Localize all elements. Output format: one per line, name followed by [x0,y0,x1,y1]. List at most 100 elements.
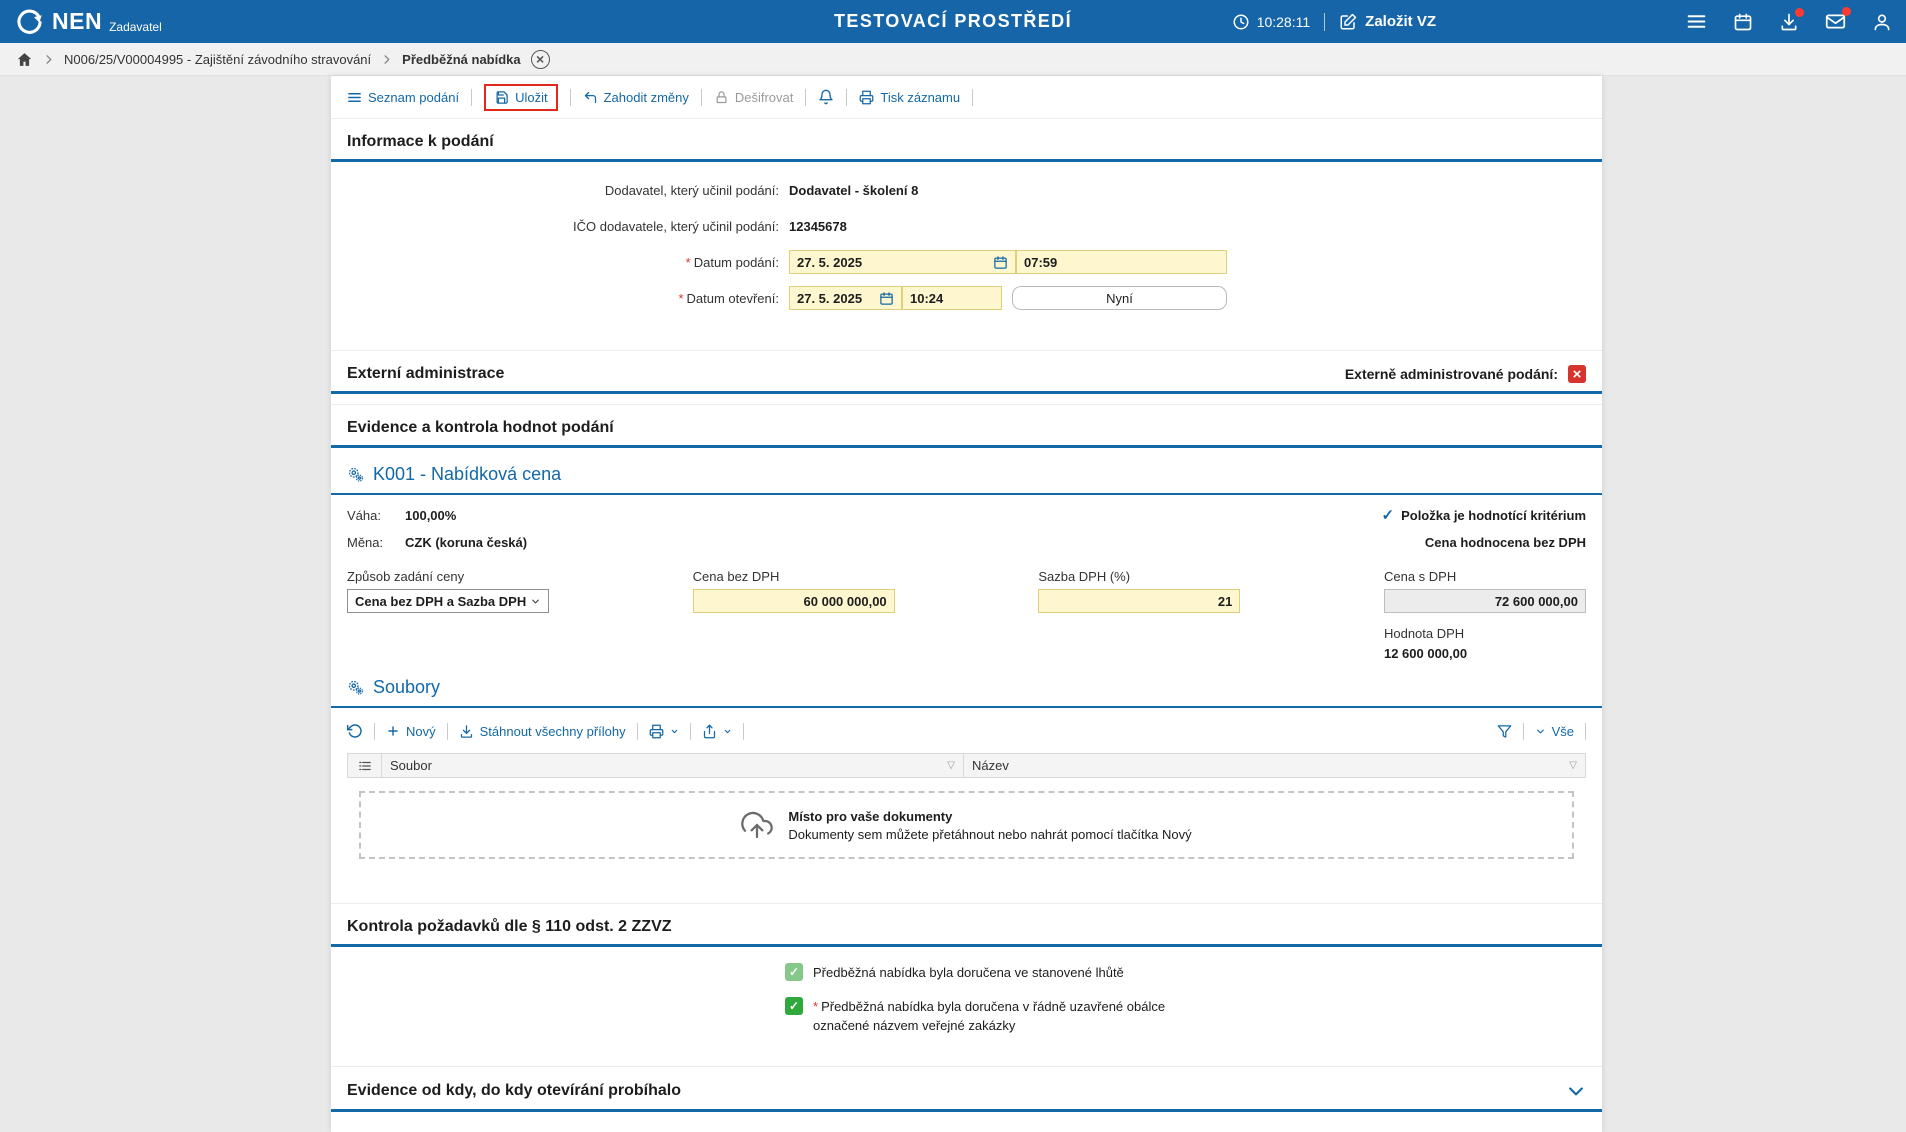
toolbar-divider [805,89,806,106]
filter-triangle-icon[interactable] [1569,760,1577,771]
download-icon [459,724,474,739]
calendar-icon[interactable] [993,255,1008,270]
tisk-zaznamu-button[interactable]: Tisk záznamu [859,90,960,105]
checkbox-obalka[interactable] [785,997,803,1015]
section-title: Kontrola požadavků dle § 110 odst. 2 ZZV… [347,918,672,936]
datum-otevreni-date-input[interactable]: 27. 5. 2025 [789,286,902,310]
section-title: Evidence a kontrola hodnot podání [347,419,614,437]
download-icon[interactable] [1779,12,1799,32]
toolbar-divider [471,89,472,106]
vse-filter-button[interactable]: Vše [1535,724,1574,739]
seznam-podani-label: Seznam podání [368,90,459,105]
chevron-right-icon [381,54,392,65]
menu-icon[interactable] [1686,11,1707,32]
toolbar-divider [1523,723,1524,740]
red-x-icon[interactable] [1568,365,1586,383]
chevron-down-icon [723,727,732,736]
k001-title: K001 - Nabídková cena [373,464,561,485]
novy-label: Nový [406,724,436,739]
breadcrumb-current: Předběžná nabídka [402,52,520,67]
toolbar-divider [701,89,702,106]
datum-otevreni-label: *Datum otevření: [347,291,779,306]
datum-podani-label: *Datum podání: [347,255,779,270]
check-row-obalka: *Předběžná nabídka byla doručena v řádně… [785,997,1586,1036]
hodnota-dph-block: Hodnota DPH 12 600 000,00 [1384,626,1586,661]
datum-otevreni-time-value: 10:24 [910,291,943,306]
datum-otevreni-time-input[interactable]: 10:24 [902,286,1002,310]
section-head: Evidence od kdy, do kdy otevírání probíh… [331,1067,1602,1112]
novy-button[interactable]: Nový [386,724,436,739]
desifrovat-button[interactable]: Dešifrovat [714,90,794,105]
create-vz-button[interactable]: Založit VZ [1339,13,1436,31]
price-grid: Způsob zadání ceny Cena bez DPH a Sazba … [331,569,1602,661]
calendar-icon[interactable] [1733,12,1753,32]
required-marker: * [686,255,691,270]
column-header-nazev[interactable]: Název [964,754,1585,777]
server-time: 10:28:11 [1232,13,1310,31]
row-vaha: Váha: 100,00% Položka je hodnotící krité… [331,506,1602,524]
user-icon[interactable] [1872,12,1892,32]
nyni-button[interactable]: Nyní [1012,286,1227,310]
sazba-dph-input[interactable]: 21 [1038,589,1240,613]
calendar-icon[interactable] [879,291,894,306]
close-record-icon[interactable] [531,50,550,69]
export-files-button[interactable] [702,724,732,739]
files-toolbar: Nový Stáhnout všechny přílohy [331,718,1602,744]
files-toolbar-right: Vše [1497,723,1586,740]
notifications-button[interactable] [818,89,834,105]
zahodit-zmeny-button[interactable]: Zahodit změny [583,90,689,105]
form-row-datum-podani: *Datum podání: 27. 5. 2025 07:59 [347,250,1586,274]
table-settings-icon[interactable] [348,754,382,777]
hodnota-dph-label: Hodnota DPH [1384,626,1586,641]
vaha-label: Váha: [347,508,405,523]
expand-section-chevron-icon[interactable] [1566,1081,1586,1101]
check-obalka-label: *Předběžná nabídka byla doručena v řádně… [813,997,1213,1036]
form-row-datum-otevreni: *Datum otevření: 27. 5. 2025 10:24 Nyní [347,286,1586,310]
home-icon[interactable] [16,51,33,68]
stahnout-prilohy-button[interactable]: Stáhnout všechny přílohy [459,724,626,739]
section-evidence-hodnot: Evidence a kontrola hodnot podání K001 -… [331,404,1602,893]
col-cena-s-dph: Cena s DPH 72 600 000,00 Hodnota DPH 12 … [1384,569,1586,661]
form-row-supplier: Dodavatel, který učinil podání: Dodavate… [347,178,1586,202]
supplier-value: Dodavatel - školení 8 [789,183,918,198]
print-files-button[interactable] [649,724,679,739]
subsection-k001-head: K001 - Nabídková cena [331,448,1602,495]
refresh-button[interactable] [347,723,363,739]
cena-hodnocena-note: Cena hodnocena bez DPH [1425,535,1586,550]
subsection-soubory-head: Soubory [331,661,1602,708]
externe-administrovane-label: Externě administrované podání: [1345,366,1558,382]
breadcrumb-contract-link[interactable]: N006/25/V00004995 - Zajištění závodního … [64,52,371,67]
checkbox-lhuta[interactable] [785,963,803,981]
ico-value: 12345678 [789,219,847,234]
filter-triangle-icon[interactable] [947,760,955,771]
datum-podani-time-input[interactable]: 07:59 [1016,250,1227,274]
header-icon-group [1686,11,1892,32]
datum-podani-date-value: 27. 5. 2025 [797,255,862,270]
section-externi-administrace: Externí administrace Externě administrov… [331,350,1602,394]
annotation-highlight-box: Uložit [484,84,558,111]
zpusob-zadani-select[interactable]: Cena bez DPH a Sazba DPH [347,589,549,613]
column-header-soubor[interactable]: Soubor [382,754,964,777]
datum-podani-date-input[interactable]: 27. 5. 2025 [789,250,1016,274]
mail-icon[interactable] [1825,11,1846,32]
ulozit-button[interactable]: Uložit [494,90,548,105]
edit-icon [1339,13,1357,31]
row-mena: Měna: CZK (koruna česká) Cena hodnocena … [331,535,1602,550]
zahodit-zmeny-label: Zahodit změny [604,90,689,105]
file-dropzone[interactable]: Místo pro vaše dokumenty Dokumenty sem m… [359,791,1574,859]
undo-icon [583,90,598,105]
toolbar-divider [846,89,847,106]
section-evidence-otevirani: Evidence od kdy, do kdy otevírání probíh… [331,1066,1602,1112]
cena-bez-dph-input[interactable]: 60 000 000,00 [693,589,895,613]
desifrovat-label: Dešifrovat [735,90,794,105]
nen-logo[interactable]: NEN Zadavatel [14,6,162,37]
lock-icon [714,90,729,105]
bell-icon [818,89,834,105]
section-title: Externí administrace [347,365,504,383]
filter-button[interactable] [1497,724,1512,739]
server-time-value: 10:28:11 [1257,14,1310,30]
files-table-header: Soubor Název [347,753,1586,778]
soubory-title: Soubory [373,677,440,698]
seznam-podani-button[interactable]: Seznam podání [347,90,459,105]
download-badge [1795,8,1804,17]
